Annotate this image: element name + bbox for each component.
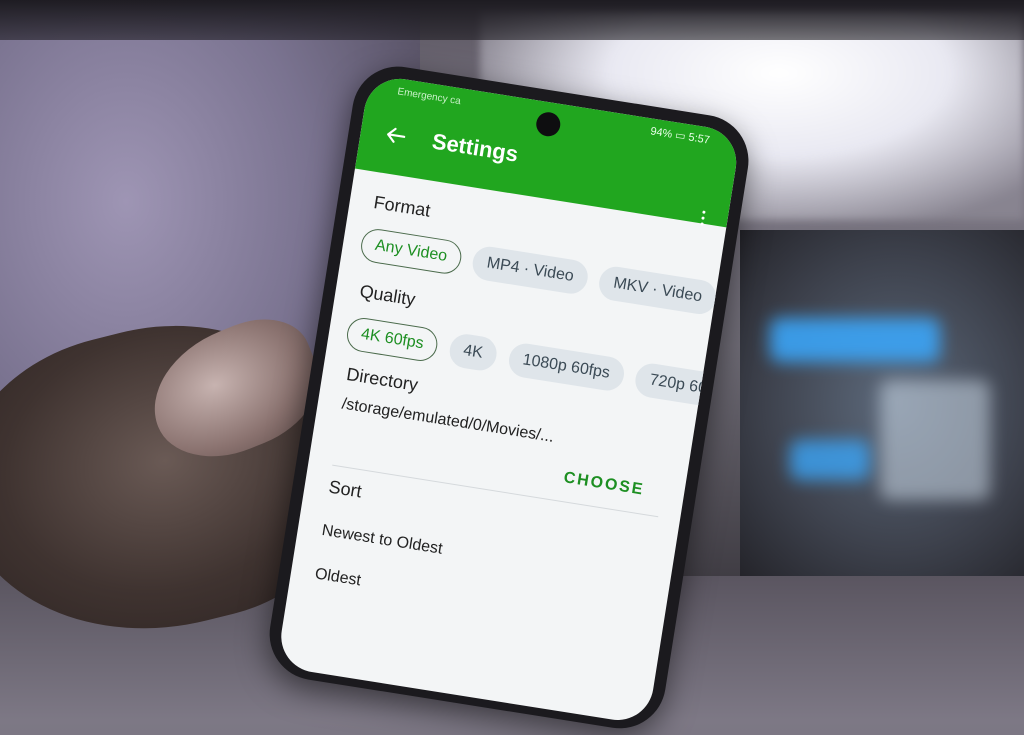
quality-chip-4k-60fps[interactable]: 4K 60fps	[344, 315, 440, 364]
sort-label: Sort	[327, 476, 364, 502]
quality-chip-group: 4K 60fps 4K 1080p 60fps 720p 60fp	[344, 315, 742, 412]
arrow-left-icon[interactable]	[381, 121, 411, 151]
quality-chip-1080p-60fps[interactable]: 1080p 60fps	[506, 341, 627, 393]
bokeh-light-white	[880, 380, 990, 500]
page-title: Settings	[430, 128, 520, 167]
bokeh-light-blue-small	[790, 440, 870, 480]
format-label: Format	[372, 192, 432, 221]
directory-path: /storage/emulated/0/Movies/...	[340, 395, 555, 446]
format-chip-mp4[interactable]: MP4 · Video	[470, 244, 591, 297]
quality-chip-4k[interactable]: 4K	[446, 331, 500, 373]
sort-option-oldest[interactable]: Oldest	[314, 565, 362, 590]
carrier-text: Emergency ca	[396, 86, 462, 108]
battery-text: 94%	[649, 125, 674, 141]
status-right: 94% ▭ 5:57	[649, 124, 710, 146]
phone-screen: Emergency ca 94% ▭ 5:57 Settings Format …	[276, 73, 742, 726]
quality-label: Quality	[358, 280, 417, 310]
bokeh-light-blue	[770, 318, 940, 362]
format-chip-any-video[interactable]: Any Video	[358, 226, 464, 277]
quality-chip-720p-60fps[interactable]: 720p 60fp	[633, 361, 737, 411]
battery-icon: ▭	[674, 129, 687, 143]
clock-text: 5:57	[687, 131, 711, 147]
background-top-shadow	[0, 0, 1024, 40]
sort-option-newest[interactable]: Newest to Oldest	[320, 522, 444, 559]
choose-button[interactable]: CHOOSE	[562, 469, 646, 500]
format-chip-mkv[interactable]: MKV · Video	[596, 264, 719, 317]
directory-label: Directory	[345, 363, 420, 395]
more-vertical-icon[interactable]	[698, 207, 707, 228]
